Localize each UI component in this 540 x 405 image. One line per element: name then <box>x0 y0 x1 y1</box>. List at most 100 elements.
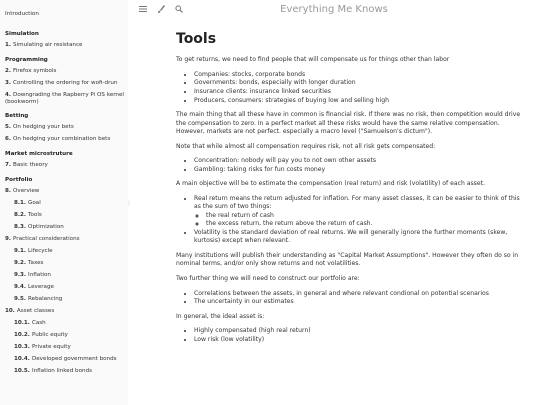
chapter-label: Firefox symbols <box>13 68 57 74</box>
list-item: Highly compensated (high real return) <box>194 327 526 336</box>
list-item: Concentration: nobody will pay you to no… <box>194 157 526 166</box>
sidebar-part-title: Simulation <box>5 31 39 37</box>
sidebar-part-title: Portfolio <box>5 176 33 183</box>
sidebar-part-title: Programming <box>5 57 48 63</box>
chapter-label: Optimization <box>28 223 64 230</box>
chapter-label: Simulating air resistance <box>13 42 83 48</box>
list-item: Governments: bonds, especially with long… <box>194 79 526 88</box>
chapter-number: 10. <box>5 307 15 314</box>
chapter-number: 6. <box>5 135 12 142</box>
list-uncompensated-risk: Concentration: nobody will pay you to no… <box>194 157 526 174</box>
chapter-label: Asset classes <box>16 307 55 314</box>
list-ideal-asset: Highly compensated (high real return) Lo… <box>194 327 526 344</box>
chapter-label: Public equity <box>31 331 68 338</box>
list-item: Companies: stocks, corporate bonds <box>194 71 526 80</box>
chapter-number: 9.5. <box>14 295 27 302</box>
paragraph: In general, the ideal asset is: <box>176 312 265 320</box>
sublist: the real return of cash the excess retur… <box>206 212 526 229</box>
chapter-label: Controlling the ordering for wofi-drun <box>13 80 118 86</box>
sidebar-chapter-item[interactable]: 8.1. Goal <box>0 200 128 209</box>
chapter-label: Private equity <box>31 343 71 350</box>
sidebar-chapter-item[interactable]: 10.2. Public equity <box>0 332 128 341</box>
list-item: Correlations between the assets, in gene… <box>194 290 526 299</box>
chapter-number: 5. <box>5 123 12 130</box>
chapter-number: 3. <box>5 80 12 86</box>
sidebar-chapter-item[interactable]: 7. Basic theory <box>0 162 128 171</box>
chapter-number: 9. <box>5 235 12 242</box>
sidebar-chapter-item[interactable]: 6. On hedging your combination bets <box>0 136 128 145</box>
chapter-number: 9.4. <box>14 283 27 290</box>
sublist-item: the real return of cash <box>206 212 526 221</box>
chapter-label: Rebalancing <box>28 295 63 302</box>
sidebar-part-title: Market microstruture <box>5 150 73 157</box>
list-objectives: Real return means the return adjusted fo… <box>194 195 526 246</box>
chapter-number: 1. <box>5 42 12 48</box>
chapter-number: 10.1. <box>14 319 30 326</box>
sidebar-chapter-item[interactable]: 4. Downgrading the Rapberry Pi OS kernel … <box>0 92 128 107</box>
sidebar-chapter-item[interactable]: 9.1. Lifecycle <box>0 248 128 257</box>
list-item: Volatility is the standard deviation of … <box>194 229 526 246</box>
paragraph: Note that while almost all compensation … <box>176 142 436 150</box>
sidebar-resize-handle[interactable]: ⋮ <box>126 200 132 208</box>
chapter-number: 9.3. <box>14 271 27 278</box>
sidebar-parts: Simulation 1. Simulating air resistance Pro… <box>0 31 128 377</box>
book-title: Everything Me Knows <box>280 4 388 15</box>
sidebar-chapter-item[interactable]: 9.2. Taxes <box>0 260 128 269</box>
chapter-number: 10.2. <box>14 331 30 338</box>
chapter-number: 8.2. <box>14 211 27 218</box>
chapter-number: 4. <box>5 92 12 98</box>
chapter-label: Cash <box>31 319 46 326</box>
list-item: Producers, consumers: strategies of buyi… <box>194 97 526 106</box>
chapter-label: Tools <box>28 211 42 218</box>
sidebar-chapter-item[interactable]: 2. Firefox symbols <box>0 68 128 77</box>
chapter-label: Basic theory <box>13 161 48 168</box>
sidebar-chapter-item[interactable]: 1. Simulating air resistance <box>0 42 128 51</box>
chapter-number: 8.1. <box>14 199 27 206</box>
sidebar-chapter-item[interactable]: 8.2. Tools <box>0 212 128 221</box>
chapter-label: Practical considerations <box>13 235 80 242</box>
chapter-number: 9.2. <box>14 259 27 266</box>
list-item-text: Real return means the return adjusted fo… <box>194 194 520 211</box>
sidebar-chapter-item[interactable]: 3. Controlling the ordering for wofi-drun <box>0 80 128 89</box>
list-compensators: Companies: stocks, corporate bonds Gover… <box>194 71 526 105</box>
sidebar-chapter-item[interactable]: 10.5. Inflation linked bonds <box>0 368 128 377</box>
chapter-label: Inflation <box>28 271 51 278</box>
sidebar-chapter-item[interactable]: 8. Overview <box>0 188 128 197</box>
chapter-label: Downgrading the Rapberry Pi OS kernel (b… <box>5 92 124 106</box>
chapter-number: 8. <box>5 187 12 194</box>
sidebar-chapter-item[interactable]: 5. On hedging your bets <box>0 124 128 133</box>
chapter-number: 2. <box>5 68 12 74</box>
chapter-label: Developed government bonds <box>31 355 117 362</box>
chapter-number: 8.3. <box>14 223 27 230</box>
sidebar-chapter-item[interactable]: 10.1. Cash <box>0 320 128 329</box>
sublist-item: the excess return, the return above the … <box>206 220 526 229</box>
sidebar: Introduction Simulation 1. Simulating air … <box>0 0 128 405</box>
chapter-number: 9.1. <box>14 247 27 254</box>
sidebar-chapter-item[interactable]: 9.4. Leverage <box>0 284 128 293</box>
sidebar-chapter-item[interactable]: 9. Practical considerations <box>0 236 128 245</box>
sidebar-chapter-item[interactable]: 9.3. Inflation <box>0 272 128 281</box>
chapter-label: Taxes <box>28 259 44 266</box>
paragraph: A main objective will be to estimate the… <box>176 180 485 188</box>
chapter-number: 10.3. <box>14 343 30 350</box>
list-item: Gambling: taking risks for fun costs mon… <box>194 166 526 175</box>
paragraph: The main thing that all these have in co… <box>176 111 521 136</box>
sidebar-chapter-item[interactable]: 8.3. Optimization <box>0 224 128 233</box>
chapter-label: Goal <box>28 199 41 206</box>
list-item: The uncertainty in our estimates <box>194 298 526 307</box>
paragraph: To get returns, we need to find people t… <box>176 56 450 64</box>
sidebar-chapter-item[interactable]: 10.3. Private equity <box>0 344 128 353</box>
page-title: Tools <box>176 32 217 47</box>
list-item: Insurance clients: insurance linked secu… <box>194 88 526 97</box>
sidebar-chapter-item[interactable]: 10.4. Developed government bonds <box>0 356 128 365</box>
sidebar-chapter-item[interactable]: 10. Asset classes <box>0 308 128 317</box>
list-item: Real return means the return adjusted fo… <box>194 195 526 229</box>
main-content: Tools To get returns, we need to find pe… <box>176 32 526 405</box>
chapter-label: On hedging your bets <box>13 123 74 130</box>
sidebar-item-introduction[interactable]: Introduction <box>0 0 128 25</box>
paragraph: Two further thing we will need to constr… <box>176 275 360 283</box>
sidebar-chapter-item[interactable]: 9.5. Rebalancing <box>0 296 128 305</box>
list-item: Low risk (low volatility) <box>194 336 526 345</box>
chapter-number: 7. <box>5 161 12 168</box>
chapter-label: On hedging your combination bets <box>13 135 111 142</box>
